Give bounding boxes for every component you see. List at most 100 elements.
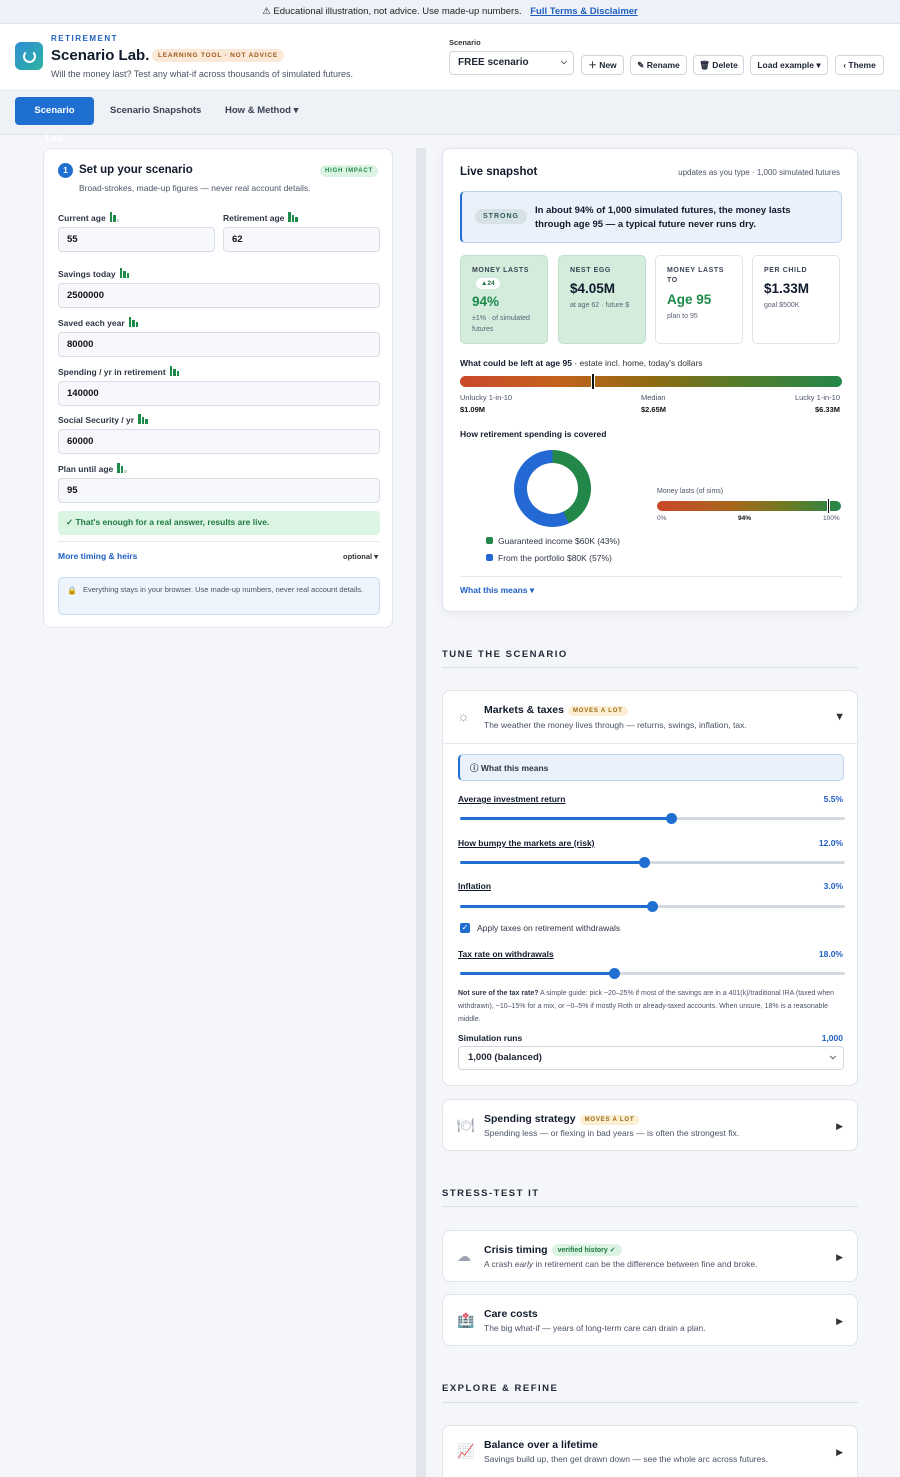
markets-title: Markets & taxes MOVES A LOT <box>484 704 628 716</box>
slider-thumb[interactable] <box>639 857 651 868</box>
simulation-runs-select[interactable]: 1,000 (balanced) ⌵ <box>458 1046 844 1070</box>
setup-title: Set up your scenario <box>79 164 193 176</box>
kpi-delta-badge: ▲24 <box>476 278 500 289</box>
theme-button[interactable]: ‹ Theme <box>835 55 884 75</box>
what-this-means-box[interactable]: ⓘ What this means <box>458 754 844 781</box>
kpi-sub: plan to 95 <box>667 313 698 320</box>
care-title: Care costs <box>484 1308 538 1320</box>
chevron-right-icon: ▶ <box>836 1121 843 1131</box>
tax-slider[interactable] <box>460 968 845 979</box>
tick-value: 94% <box>738 515 752 522</box>
savings-input[interactable]: 2500000 <box>58 283 380 308</box>
tab-scenario-lab[interactable]: Scenario Lab <box>15 97 94 144</box>
new-button[interactable]: ＋ New <box>581 55 624 75</box>
line-chart-icon: 📈 <box>457 1443 475 1459</box>
balance-title: Balance over a lifetime <box>484 1439 598 1451</box>
legend-swatch <box>486 554 493 561</box>
kpi-value: 94% <box>472 294 500 309</box>
explore-heading: EXPLORE & REFINE <box>442 1383 559 1394</box>
scenario-label: Scenario <box>449 38 481 47</box>
tab-scenario-snapshots[interactable]: Scenario Snapshots <box>100 97 211 125</box>
lucky-value: $6.33M <box>814 405 840 414</box>
median-label: Median <box>641 393 666 402</box>
impact-bars-icon <box>169 366 181 376</box>
runs-value: 1,000 <box>821 1033 843 1043</box>
balance-subtitle: Savings build up, then get drawn down — … <box>484 1454 768 1464</box>
high-impact-badge: HIGH IMPACT <box>319 165 378 177</box>
slider-thumb[interactable] <box>647 901 658 912</box>
delete-button[interactable]: 🗑 Delete <box>693 55 744 75</box>
risk-slider[interactable] <box>460 857 845 868</box>
setup-subtitle: Broad-strokes, made-up figures — never r… <box>79 183 311 193</box>
scenario-select-value: FREE scenario <box>458 57 529 68</box>
snapshot-meta: updates as you type · 1,000 simulated fu… <box>678 168 840 177</box>
spending-strategy-panel[interactable]: 🍽 Spending strategy MOVES A LOT Spending … <box>442 1099 858 1151</box>
scenario-select[interactable]: FREE scenario ⌵ <box>449 51 574 75</box>
balance-lifetime-panel[interactable]: 📈 Balance over a lifetime Savings build … <box>442 1425 858 1477</box>
verified-history-badge: verified history ✓ <box>551 1244 622 1256</box>
divider <box>460 576 842 577</box>
legend-guaranteed: Guaranteed income $60K (43%) <box>486 536 620 546</box>
kpi-money-lasts: MONEY LASTS ▲24 94% ±1% · of simulated f… <box>460 255 548 344</box>
impact-bars-icon <box>119 268 131 278</box>
return-slider-value: 5.5% <box>823 794 843 804</box>
status-message: ✓ That's enough for a real answer, resul… <box>58 511 380 535</box>
tick-0: 0% <box>657 515 667 522</box>
app-kicker: RETIREMENT <box>51 34 118 43</box>
section-rule <box>442 1402 858 1403</box>
setup-card: 1 Set up your scenario HIGH IMPACT Broad… <box>43 148 393 628</box>
banner-text: ⚠ Educational illustration, not advice. … <box>262 6 522 17</box>
saved-each-year-input[interactable]: 80000 <box>58 332 380 357</box>
legend-swatch <box>486 537 493 544</box>
tune-heading: TUNE THE SCENARIO <box>442 649 568 660</box>
money-lasts-label: Money lasts (of sims) <box>657 488 724 495</box>
section-rule <box>442 1206 858 1207</box>
step-number: 1 <box>58 163 73 178</box>
tick-100: 100% <box>823 515 840 522</box>
kpi-nest-egg: NEST EGG $4.05M at age 62 · future $ <box>558 255 646 344</box>
care-costs-panel[interactable]: 🏥 Care costs The big what-if — years of … <box>442 1294 858 1346</box>
crisis-subtitle: A crash early in retirement can be the d… <box>484 1259 758 1269</box>
social-security-input[interactable]: 60000 <box>58 429 380 454</box>
tax-slider-value: 18.0% <box>818 949 843 959</box>
slider-thumb[interactable] <box>608 968 620 979</box>
markets-taxes-header[interactable]: ☼ Markets & taxes MOVES A LOT The weather… <box>443 691 859 743</box>
impact-bars-icon <box>109 212 121 222</box>
optional-toggle[interactable]: optional ▾ <box>343 552 378 561</box>
kpi-sub: ±1% · of simulated futures <box>472 315 530 333</box>
tax-slider-label: Tax rate on withdrawals <box>458 949 554 959</box>
spending-subtitle: Spending less — or flexing in bad years … <box>484 1128 740 1138</box>
unlucky-value: $1.09M <box>460 405 486 414</box>
unlucky-label: Unlucky 1-in-10 <box>460 393 513 402</box>
money-lasts-marker <box>826 498 830 514</box>
social-security-label: Social Security / yr <box>58 414 149 425</box>
load-example-button[interactable]: Load example ▾ <box>750 55 828 75</box>
what-this-means-link[interactable]: What this means ▾ <box>460 585 534 596</box>
plan-until-input[interactable]: 95 <box>58 478 380 503</box>
crisis-timing-panel[interactable]: ☁ Crisis timing verified history ✓ A cras… <box>442 1230 858 1282</box>
rename-button[interactable]: ✎ Rename <box>630 55 687 75</box>
slider-fill <box>460 861 645 864</box>
tab-how-method[interactable]: How & Method ▾ <box>215 97 308 125</box>
return-slider[interactable] <box>460 813 845 824</box>
retirement-age-input[interactable]: 62 <box>223 227 380 252</box>
terms-link[interactable]: Full Terms & Disclaimer <box>530 6 638 17</box>
inflation-slider[interactable] <box>460 901 845 912</box>
divider <box>58 541 380 542</box>
return-slider-label: Average investment return <box>458 794 566 804</box>
chevron-down-icon: ⌵ <box>560 57 567 66</box>
more-timing-link[interactable]: More timing & heirs <box>58 551 137 561</box>
tax-rate-guide: Not sure of the tax rate? A simple guide… <box>458 990 835 1023</box>
current-age-input[interactable]: 55 <box>58 227 215 252</box>
kpi-per-child: PER CHILD $1.33M goal $500K <box>752 255 840 344</box>
coverage-donut <box>514 450 591 527</box>
markets-taxes-panel: ☼ Markets & taxes MOVES A LOT The weather… <box>442 690 859 1086</box>
care-subtitle: The big what-if — years of long-term car… <box>484 1323 706 1333</box>
slider-thumb[interactable] <box>666 813 678 824</box>
apply-taxes-checkbox[interactable]: ✓ <box>460 923 470 933</box>
risk-slider-label: How bumpy the markets are (risk) <box>458 838 595 848</box>
section-rule <box>442 667 858 668</box>
privacy-note: 🔒 Everything stays in your browser. Use … <box>58 577 380 615</box>
spending-input[interactable]: 140000 <box>58 381 380 406</box>
lucky-label: Lucky 1-in-10 <box>794 393 840 402</box>
